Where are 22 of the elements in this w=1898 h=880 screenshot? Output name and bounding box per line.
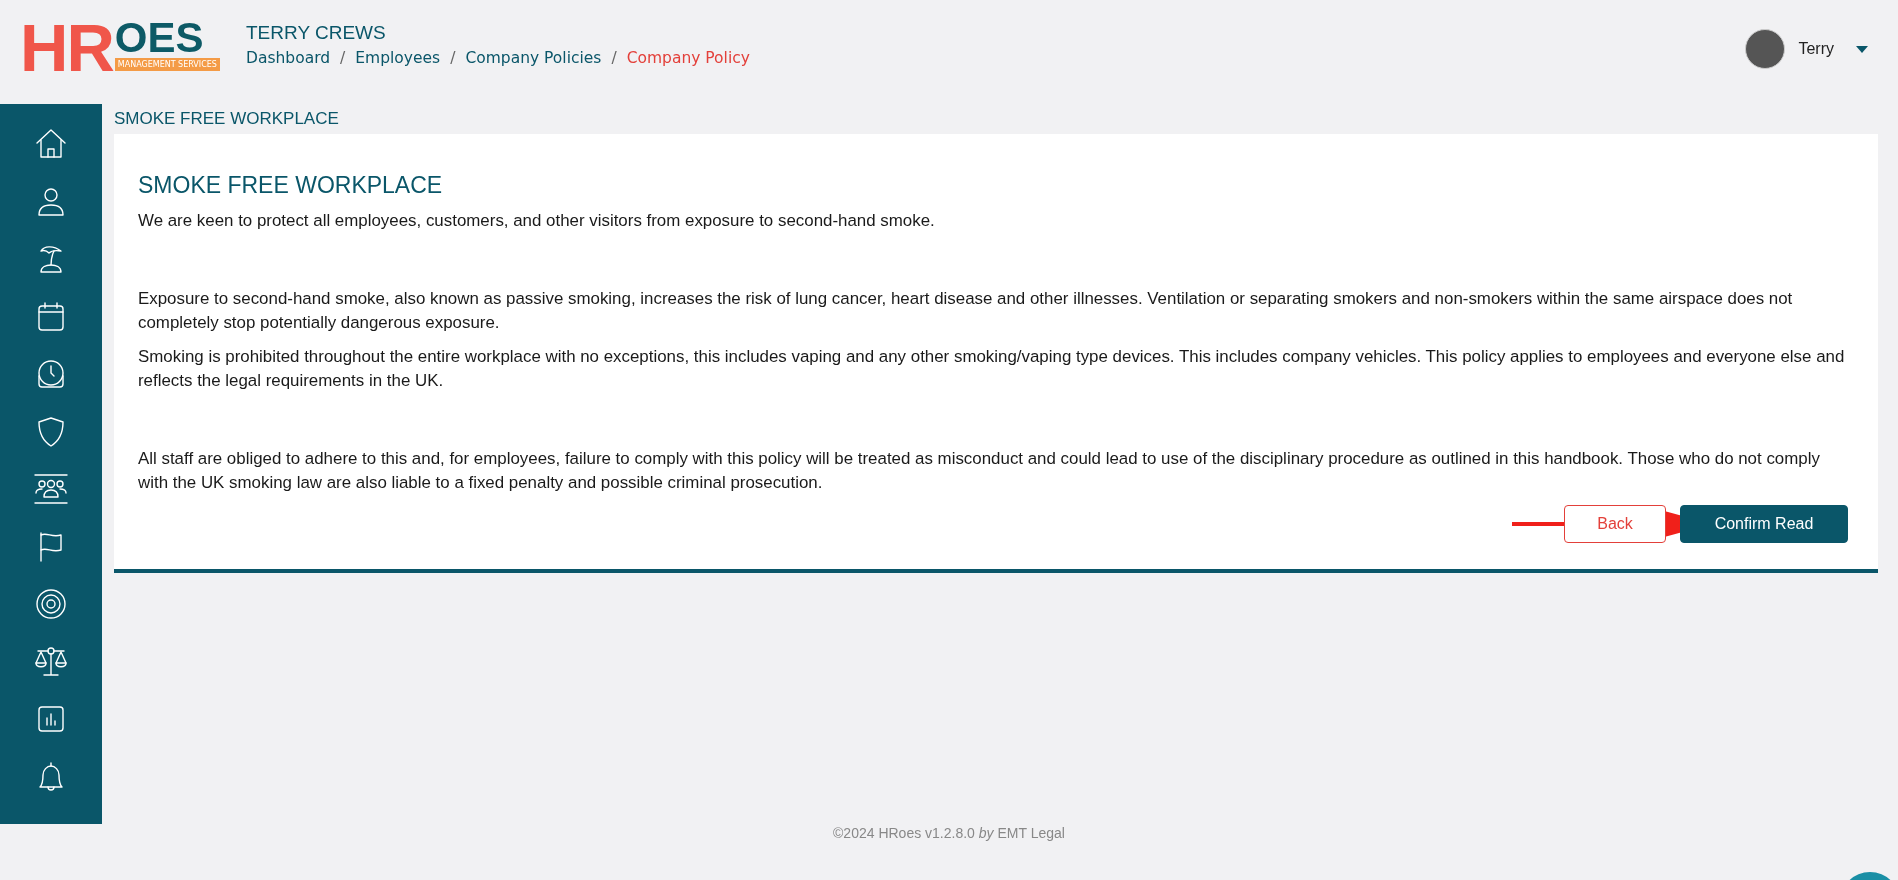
breadcrumb-link[interactable]: Dashboard: [246, 49, 331, 67]
user-name[interactable]: Terry: [1798, 40, 1834, 58]
policy-paragraph: Smoking is prohibited throughout the entire workplace with no exceptions, this includes vaping and any other smoking/vaping type devices. This includes company vehicles. This policy applies to employees and everyone else and reflects the legal requirements in the UK.: [138, 346, 1846, 392]
policy-title: SMOKE FREE WORKPLACE: [138, 172, 444, 199]
breadcrumb-separator: /: [450, 49, 456, 67]
breadcrumb-separator: /: [611, 49, 617, 67]
breadcrumb-link[interactable]: Employees: [355, 49, 441, 67]
employee-name: TERRY CREWS: [246, 22, 387, 44]
avatar[interactable]: [1745, 29, 1786, 69]
footer-text: ©2024 HRoes v1.2.8.0 by EMT Legal: [832, 825, 1066, 841]
breadcrumb-link[interactable]: Company Policy: [626, 49, 750, 67]
policy-paragraph: All staff are obliged to adhere to this and, for employees, failure to comply with this policy will be treated as misconduct and could lead to use of the disciplinary procedure as outlined in this handbook. Those who do not comply with the UK smoking law are also liable to a fixed penalty and possible criminal prosecution.: [138, 448, 1821, 494]
back-button[interactable]: Back: [1564, 505, 1666, 543]
caret-icon[interactable]: [1856, 45, 1868, 53]
target-icon[interactable]: [33, 586, 69, 622]
breadcrumb-link[interactable]: Company Policies: [465, 49, 602, 67]
policy-paragraph: Exposure to second-hand smoke, also known as passive smoking, increases the risk of lung cancer, heart disease and other illnesses. Ventilation or separating smokers and non-smokers within the same airspace does not completely stop potentially dangerous exposure.: [138, 288, 1794, 334]
confirm-button[interactable]: Confirm Read: [1680, 505, 1848, 543]
policy-paragraph: We are keen to protect all employees, customers, and other visitors from exposure to second-hand smoke.: [138, 210, 936, 232]
breadcrumb-separator: /: [340, 49, 346, 67]
team-icon[interactable]: [33, 471, 69, 507]
page-title: SMOKE FREE WORKPLACE: [114, 108, 340, 130]
